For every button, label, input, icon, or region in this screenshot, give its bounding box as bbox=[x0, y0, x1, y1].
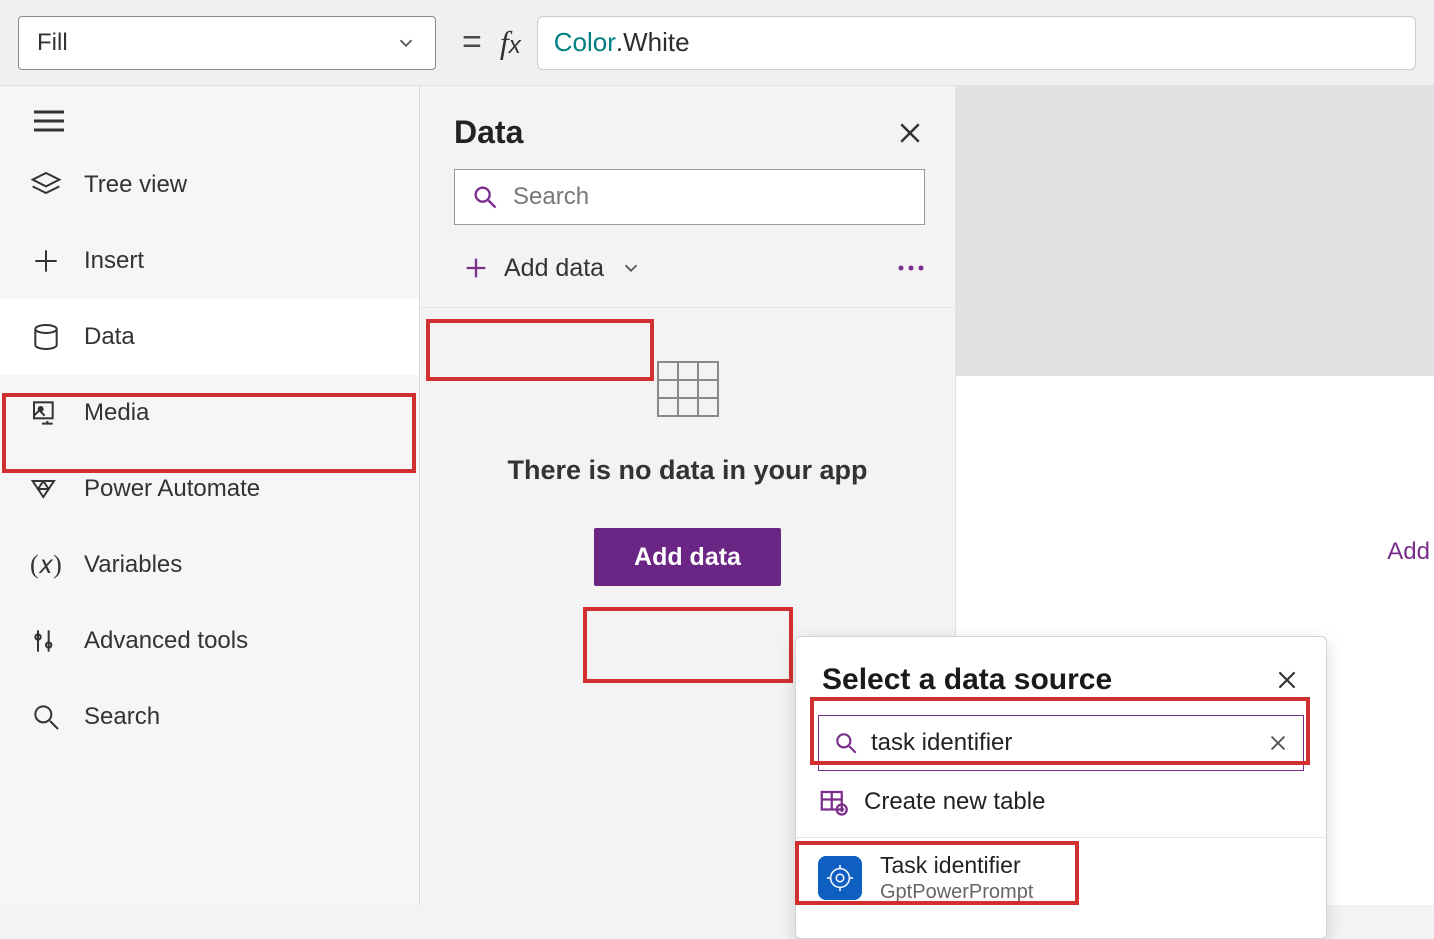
add-link[interactable]: Add bbox=[1387, 538, 1430, 566]
media-icon bbox=[30, 397, 62, 429]
result-subtitle: GptPowerPrompt bbox=[880, 881, 1033, 904]
sidebar-item-label: Tree view bbox=[84, 171, 187, 199]
search-icon bbox=[30, 701, 62, 733]
divider bbox=[796, 837, 1326, 838]
data-source-search-input[interactable]: task identifier bbox=[818, 715, 1304, 771]
close-icon[interactable] bbox=[1274, 667, 1300, 693]
chevron-down-icon bbox=[395, 32, 417, 54]
property-dropdown[interactable]: Fill bbox=[18, 16, 436, 70]
sidebar-item-power-automate[interactable]: Power Automate bbox=[0, 451, 419, 527]
formula-bar: Fill = fx Color.White bbox=[0, 0, 1434, 86]
more-horizontal-icon bbox=[897, 264, 925, 272]
add-data-dropdown[interactable]: Add data bbox=[454, 239, 656, 297]
search-icon bbox=[471, 183, 499, 211]
sidebar-item-label: Insert bbox=[84, 247, 144, 275]
formula-token-object: Color bbox=[554, 27, 616, 58]
data-empty-state: There is no data in your app Add data bbox=[420, 308, 955, 586]
formula-input[interactable]: Color.White bbox=[537, 16, 1416, 70]
flow-icon bbox=[30, 473, 62, 505]
data-source-result-item[interactable]: Task identifier GptPowerPrompt bbox=[796, 842, 1326, 914]
search-placeholder: Search bbox=[513, 183, 589, 211]
sidebar-item-label: Media bbox=[84, 399, 149, 427]
create-new-table-label: Create new table bbox=[864, 788, 1045, 816]
sidebar-item-variables[interactable]: (𝑥) Variables bbox=[0, 527, 419, 603]
sidebar-item-tree-view[interactable]: Tree view bbox=[0, 147, 419, 223]
sidebar-item-label: Search bbox=[84, 703, 160, 731]
add-data-button-label: Add data bbox=[634, 543, 741, 572]
sidebar-item-media[interactable]: Media bbox=[0, 375, 419, 451]
sidebar-item-search[interactable]: Search bbox=[0, 679, 419, 755]
ai-model-icon bbox=[818, 856, 862, 900]
property-name: Fill bbox=[37, 29, 68, 57]
layers-icon bbox=[30, 169, 62, 201]
table-icon bbox=[656, 360, 720, 418]
sidebar-item-advanced-tools[interactable]: Advanced tools bbox=[0, 603, 419, 679]
fx-label: fx bbox=[500, 24, 521, 61]
sidebar-item-label: Data bbox=[84, 323, 135, 351]
add-data-label: Add data bbox=[504, 254, 604, 283]
variable-icon: (𝑥) bbox=[30, 550, 62, 581]
close-icon[interactable] bbox=[895, 118, 925, 148]
search-icon bbox=[833, 730, 859, 756]
plus-icon bbox=[462, 254, 490, 282]
sidebar-item-label: Power Automate bbox=[84, 475, 260, 503]
chevron-down-icon bbox=[620, 257, 642, 279]
clear-icon[interactable] bbox=[1267, 732, 1289, 754]
sidebar-item-label: Variables bbox=[84, 551, 182, 579]
hamburger-icon bbox=[34, 110, 64, 132]
formula-token-member: White bbox=[623, 27, 689, 58]
sidebar-item-data[interactable]: Data bbox=[0, 299, 419, 375]
tools-icon bbox=[30, 625, 62, 657]
popup-title: Select a data source bbox=[822, 663, 1112, 697]
data-search-input[interactable]: Search bbox=[454, 169, 925, 225]
select-data-source-popup: Select a data source task identifier Cre… bbox=[795, 636, 1327, 939]
create-new-table-button[interactable]: Create new table bbox=[796, 771, 1326, 833]
hamburger-button[interactable] bbox=[0, 86, 419, 147]
sidebar-item-label: Advanced tools bbox=[84, 627, 248, 655]
more-options-button[interactable] bbox=[897, 259, 925, 277]
data-panel-title: Data bbox=[454, 114, 523, 151]
left-sidebar: Tree view Insert Data Media Power Automa… bbox=[0, 86, 420, 905]
empty-state-message: There is no data in your app bbox=[420, 455, 955, 486]
create-table-icon bbox=[818, 787, 848, 817]
formula-token-dot: . bbox=[616, 27, 623, 58]
search-value: task identifier bbox=[871, 729, 1255, 757]
result-name: Task identifier bbox=[880, 852, 1033, 879]
equals-label: = bbox=[462, 23, 482, 62]
add-data-button[interactable]: Add data bbox=[594, 528, 781, 586]
database-icon bbox=[30, 321, 62, 353]
plus-icon bbox=[30, 245, 62, 277]
sidebar-item-insert[interactable]: Insert bbox=[0, 223, 419, 299]
